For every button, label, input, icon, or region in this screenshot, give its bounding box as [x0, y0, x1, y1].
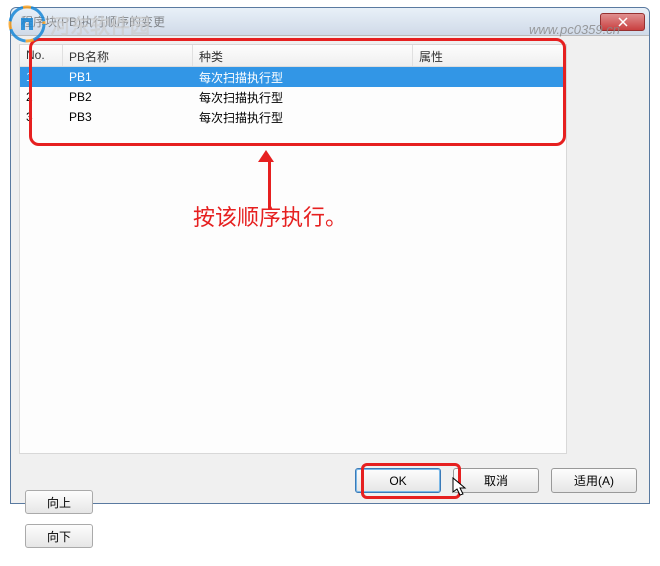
dialog-window: 程序块(PB)执行顺序的变更 No. PB名称 种类 属性 1 PB1 每次扫描…	[10, 7, 650, 504]
cell-attr	[413, 115, 566, 119]
table-header: No. PB名称 种类 属性	[20, 45, 566, 67]
ok-button[interactable]: OK	[355, 468, 441, 493]
table-row[interactable]: 2 PB2 每次扫描执行型	[20, 87, 566, 107]
cell-type: 每次扫描执行型	[193, 107, 413, 128]
cancel-button[interactable]: 取消	[453, 468, 539, 493]
cell-name: PB1	[63, 68, 193, 86]
cell-type: 每次扫描执行型	[193, 87, 413, 108]
col-header-attr[interactable]: 属性	[413, 45, 566, 66]
col-header-name[interactable]: PB名称	[63, 45, 193, 66]
cell-no: 1	[20, 68, 63, 86]
table-row[interactable]: 1 PB1 每次扫描执行型	[20, 67, 566, 87]
watermark-brand-text: 河东软件园	[50, 10, 150, 39]
cell-attr	[413, 75, 566, 79]
apply-button[interactable]: 适用(A)	[551, 468, 637, 493]
cell-type: 每次扫描执行型	[193, 67, 413, 88]
cell-attr	[413, 95, 566, 99]
col-header-no[interactable]: No.	[20, 45, 63, 66]
table-body: 1 PB1 每次扫描执行型 2 PB2 每次扫描执行型 3 PB3 每次扫描执行…	[20, 67, 566, 127]
col-header-type[interactable]: 种类	[193, 45, 413, 66]
table-panel: No. PB名称 种类 属性 1 PB1 每次扫描执行型 2 PB2 每次扫描执…	[19, 44, 567, 454]
cell-name: PB2	[63, 88, 193, 106]
cell-no: 2	[20, 88, 63, 106]
table-row[interactable]: 3 PB3 每次扫描执行型	[20, 107, 566, 127]
move-down-button[interactable]: 向下	[25, 524, 93, 548]
watermark-logo	[8, 5, 46, 46]
cell-name: PB3	[63, 108, 193, 126]
button-bar: OK 取消 适用(A)	[11, 468, 649, 493]
move-up-button[interactable]: 向上	[25, 490, 93, 514]
watermark-url: www.pc0359.cn	[529, 22, 620, 37]
cell-no: 3	[20, 108, 63, 126]
